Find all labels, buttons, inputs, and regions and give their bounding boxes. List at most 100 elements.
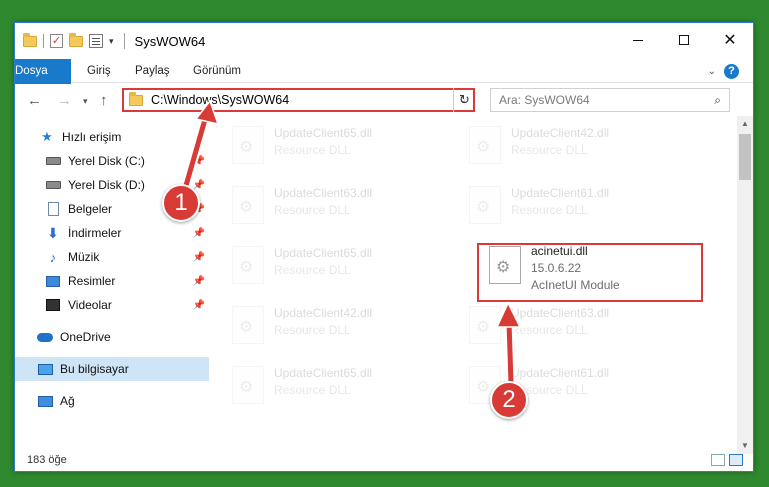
explorer-window: ✓ ▾ SysWOW64 ✕ Dosya Giriş Paylaş Görünü… bbox=[14, 22, 754, 472]
scroll-up-icon[interactable]: ▲ bbox=[737, 116, 753, 132]
sidebar-item-label: Hızlı erişim bbox=[62, 130, 122, 144]
sidebar-item-label: Bu bilgisayar bbox=[60, 362, 129, 376]
file-name: UpdateClient42.dll bbox=[511, 126, 610, 140]
up-button[interactable]: ↑ bbox=[100, 92, 108, 109]
file-item[interactable]: UpdateClient63.dll Resource DLL bbox=[222, 180, 452, 232]
dll-file-icon bbox=[232, 126, 264, 164]
dll-file-icon bbox=[469, 126, 501, 164]
callout-badge-2: 2 bbox=[490, 381, 528, 419]
pin-icon[interactable]: 📌 bbox=[193, 228, 205, 239]
vertical-scrollbar[interactable]: ▲ ▼ bbox=[737, 116, 753, 454]
rename-icon[interactable] bbox=[89, 34, 103, 48]
window-controls: ✕ bbox=[615, 23, 753, 57]
sidebar-item-local-disk-c[interactable]: Yerel Disk (C:) 📌 bbox=[15, 149, 209, 173]
dll-file-icon bbox=[232, 306, 264, 344]
sidebar-item-videos[interactable]: Videolar 📌 bbox=[15, 293, 209, 317]
file-name: UpdateClient65.dll bbox=[274, 366, 373, 380]
divider bbox=[123, 33, 125, 49]
item-count: 183 öğe bbox=[27, 454, 67, 466]
address-path[interactable]: C:\Windows\SysWOW64 bbox=[151, 93, 459, 107]
file-name: UpdateClient63.dll bbox=[511, 306, 610, 320]
downloads-icon: ⬇ bbox=[47, 224, 59, 241]
navigation-row: ← → ▾ ↑ C:\Windows\SysWOW64 ⌄ ↻ Ara: Sys… bbox=[15, 84, 753, 116]
sidebar-item-this-pc[interactable]: Bu bilgisayar bbox=[15, 357, 209, 381]
file-description: Resource DLL bbox=[274, 263, 351, 277]
scroll-thumb[interactable] bbox=[739, 134, 751, 180]
file-item[interactable]: UpdateClient65.dll Resource DLL bbox=[222, 240, 452, 292]
tab-home[interactable]: Giriş bbox=[87, 59, 111, 83]
help-icon[interactable]: ? bbox=[724, 64, 739, 79]
file-list: UpdateClient65.dll Resource DLL UpdateCli… bbox=[222, 120, 727, 440]
file-name: UpdateClient61.dll bbox=[511, 366, 610, 380]
sidebar-item-music[interactable]: ♪ Müzik 📌 bbox=[15, 245, 209, 269]
search-icon[interactable]: ⌕ bbox=[714, 93, 721, 108]
pin-icon[interactable]: 📌 bbox=[193, 300, 205, 311]
sidebar-item-label: Yerel Disk (C:) bbox=[68, 154, 145, 168]
file-description: Resource DLL bbox=[274, 383, 351, 397]
sidebar-item-onedrive[interactable]: OneDrive bbox=[15, 325, 209, 349]
this-pc-icon bbox=[37, 362, 53, 376]
pin-icon[interactable]: 📌 bbox=[193, 252, 205, 263]
navigation-pane: ★ Hızlı erişim Yerel Disk (C:) 📌 Yerel D… bbox=[15, 121, 209, 441]
file-description: Resource DLL bbox=[511, 143, 588, 157]
file-item[interactable]: UpdateClient63.dll Resource DLL bbox=[459, 300, 689, 352]
file-description: Resource DLL bbox=[511, 323, 588, 337]
minimize-button[interactable] bbox=[615, 23, 661, 57]
file-name: UpdateClient61.dll bbox=[511, 186, 610, 200]
sidebar-item-pictures[interactable]: Resimler 📌 bbox=[15, 269, 209, 293]
folder-icon bbox=[129, 91, 143, 106]
drive-icon bbox=[45, 154, 61, 168]
sidebar-item-quick-access[interactable]: ★ Hızlı erişim bbox=[15, 125, 209, 149]
callout-badge-1: 1 bbox=[162, 184, 200, 222]
file-name: UpdateClient65.dll bbox=[274, 126, 373, 140]
sidebar-item-label: Belgeler bbox=[68, 202, 113, 216]
star-icon: ★ bbox=[41, 129, 53, 144]
expand-ribbon-icon[interactable]: ⌄ bbox=[708, 66, 716, 77]
file-description: Resource DLL bbox=[274, 143, 351, 157]
details-view-icon[interactable] bbox=[711, 454, 725, 466]
ribbon-right: ⌄ ? bbox=[708, 64, 739, 79]
refresh-button[interactable]: ↻ bbox=[453, 88, 475, 112]
sidebar-item-label: Ağ bbox=[60, 394, 75, 408]
sidebar-item-label: Resimler bbox=[68, 274, 116, 288]
sidebar-item-label: Yerel Disk (D:) bbox=[68, 178, 145, 192]
pin-icon[interactable]: 📌 bbox=[193, 156, 205, 167]
dll-file-icon bbox=[469, 186, 501, 224]
maximize-icon bbox=[679, 35, 689, 45]
file-item[interactable]: UpdateClient61.dll Resource DLL bbox=[459, 180, 689, 232]
file-description: Resource DLL bbox=[511, 203, 588, 217]
dll-file-icon bbox=[232, 366, 264, 404]
close-icon: ✕ bbox=[723, 32, 737, 49]
divider bbox=[43, 34, 44, 48]
new-folder-icon[interactable] bbox=[69, 32, 83, 47]
close-button[interactable]: ✕ bbox=[707, 23, 753, 57]
highlight-box bbox=[477, 243, 703, 302]
search-box[interactable]: Ara: SysWOW64 ⌕ bbox=[490, 88, 730, 112]
customize-qat-icon[interactable]: ▾ bbox=[109, 36, 114, 47]
pin-icon[interactable]: 📌 bbox=[193, 276, 205, 287]
address-bar[interactable]: C:\Windows\SysWOW64 ⌄ bbox=[122, 88, 475, 112]
sidebar-item-network[interactable]: Ağ bbox=[15, 389, 209, 413]
view-toggles bbox=[711, 454, 743, 466]
tab-share[interactable]: Paylaş bbox=[135, 59, 170, 83]
recent-locations-icon[interactable]: ▾ bbox=[83, 96, 88, 107]
maximize-button[interactable] bbox=[661, 23, 707, 57]
search-placeholder[interactable]: Ara: SysWOW64 bbox=[499, 93, 590, 107]
file-item[interactable]: UpdateClient42.dll Resource DLL bbox=[459, 120, 689, 172]
file-item[interactable]: UpdateClient65.dll Resource DLL bbox=[222, 120, 452, 172]
sidebar-item-downloads[interactable]: ⬇ İndirmeler 📌 bbox=[15, 221, 209, 245]
sidebar-item-label: İndirmeler bbox=[68, 226, 122, 240]
folder-icon bbox=[23, 32, 37, 47]
back-button[interactable]: ← bbox=[27, 92, 42, 109]
pictures-icon bbox=[45, 274, 61, 288]
file-item[interactable]: UpdateClient42.dll Resource DLL bbox=[222, 300, 452, 352]
tiles-view-icon[interactable] bbox=[729, 454, 743, 466]
file-item[interactable]: UpdateClient65.dll Resource DLL bbox=[222, 360, 452, 412]
tab-view[interactable]: Görünüm bbox=[193, 59, 241, 83]
refresh-icon: ↻ bbox=[459, 92, 470, 107]
file-description: Resource DLL bbox=[274, 203, 351, 217]
properties-check-icon[interactable]: ✓ bbox=[50, 34, 63, 48]
music-icon: ♪ bbox=[49, 249, 57, 265]
file-description: Resource DLL bbox=[274, 323, 351, 337]
forward-button[interactable]: → bbox=[57, 92, 72, 109]
